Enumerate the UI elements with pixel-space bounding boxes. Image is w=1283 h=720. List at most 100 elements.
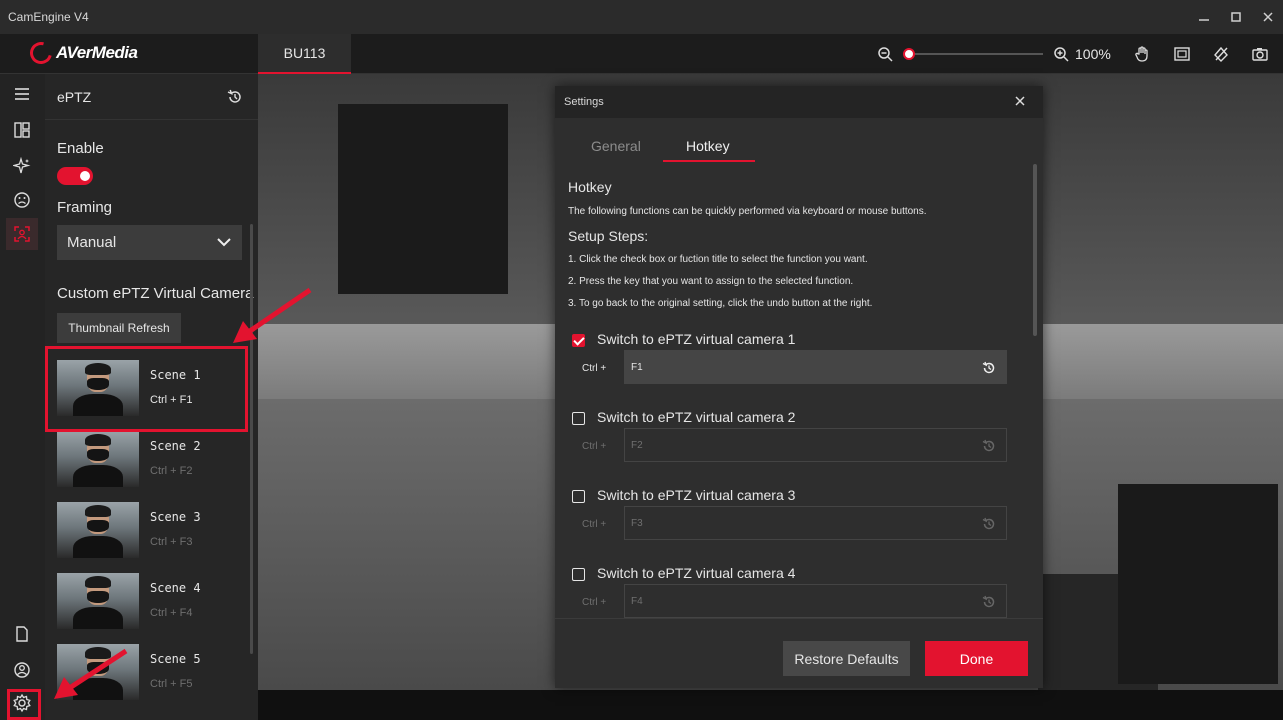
undo-icon[interactable] xyxy=(981,438,997,454)
hotkey-label[interactable]: Switch to ePTZ virtual camera 4 xyxy=(597,565,795,581)
done-button[interactable]: Done xyxy=(925,641,1028,676)
scene-1-highlight xyxy=(45,346,248,432)
scene-name: Scene 3 xyxy=(150,510,201,524)
hotkey-key-value: F2 xyxy=(631,440,643,451)
hotkey-key-field[interactable]: F3 xyxy=(624,506,1007,540)
rotate-icon[interactable] xyxy=(1210,43,1232,65)
panel-header: ePTZ xyxy=(45,74,258,120)
hotkey-modifier: Ctrl + xyxy=(582,597,607,608)
dialog-close-icon[interactable] xyxy=(1013,94,1029,110)
title-bar: CamEngine V4 xyxy=(0,0,1283,34)
app-title: CamEngine V4 xyxy=(8,10,89,24)
hotkey-key-value: F1 xyxy=(631,362,643,373)
hotkey-row: Switch to ePTZ virtual camera 3 Ctrl + F… xyxy=(555,487,1025,570)
hotkey-label[interactable]: Switch to ePTZ virtual camera 1 xyxy=(597,331,795,347)
scene-name: Scene 5 xyxy=(150,652,201,666)
dialog-footer: Restore Defaults Done xyxy=(555,618,1043,688)
scene-thumbnail xyxy=(57,431,139,487)
hotkey-row: Switch to ePTZ virtual camera 1 Ctrl + F… xyxy=(555,331,1025,414)
snapshot-camera-icon[interactable] xyxy=(1249,43,1271,65)
close-icon[interactable] xyxy=(1259,8,1277,26)
layout-icon[interactable] xyxy=(6,114,38,146)
scene-hotkey: Ctrl + F3 xyxy=(150,536,193,548)
undo-icon[interactable] xyxy=(981,360,997,376)
undo-icon[interactable] xyxy=(981,594,997,610)
chevron-down-icon xyxy=(216,234,232,250)
hotkey-checkbox[interactable] xyxy=(572,568,585,581)
setup-step: 2. Press the key that you want to assign… xyxy=(568,276,854,287)
hotkey-key-field[interactable]: F2 xyxy=(624,428,1007,462)
reset-history-icon[interactable] xyxy=(226,88,244,106)
brand-name: AVerMedia xyxy=(56,43,138,62)
hand-pan-icon[interactable] xyxy=(1132,43,1154,65)
face-icon[interactable] xyxy=(6,184,38,216)
dialog-scrollbar[interactable] xyxy=(1033,164,1037,336)
zoom-control: 100% xyxy=(875,34,1111,74)
hotkey-row: Switch to ePTZ virtual camera 2 Ctrl + F… xyxy=(555,409,1025,492)
framing-label: Framing xyxy=(57,199,113,216)
menu-icon[interactable] xyxy=(6,78,38,110)
hotkey-checkbox[interactable] xyxy=(572,334,585,347)
preview-bottom-bar xyxy=(258,690,1283,720)
scene-item[interactable]: Scene 4 Ctrl + F4 xyxy=(57,573,242,629)
tab-hotkey[interactable]: Hotkey xyxy=(663,138,755,162)
scene-hotkey: Ctrl + F2 xyxy=(150,465,193,477)
maximize-icon[interactable] xyxy=(1227,8,1245,26)
hotkey-label[interactable]: Switch to ePTZ virtual camera 2 xyxy=(597,409,795,425)
account-icon[interactable] xyxy=(6,654,38,686)
scene-hotkey: Ctrl + F4 xyxy=(150,607,193,619)
setup-steps-heading: Setup Steps: xyxy=(568,228,649,244)
scene-thumbnail xyxy=(57,573,139,629)
hotkey-key-value: F4 xyxy=(631,596,643,607)
zoom-out-icon[interactable] xyxy=(875,44,895,64)
enable-toggle[interactable] xyxy=(57,167,93,185)
settings-highlight xyxy=(7,689,41,720)
hotkey-label[interactable]: Switch to ePTZ virtual camera 3 xyxy=(597,487,795,503)
scene-hotkey: Ctrl + F5 xyxy=(150,678,193,690)
zoom-slider-thumb[interactable] xyxy=(903,48,915,60)
annotation-arrow-icon xyxy=(54,648,128,699)
panel-title: ePTZ xyxy=(57,88,92,105)
scene-name: Scene 4 xyxy=(150,581,201,595)
fit-screen-icon[interactable] xyxy=(1171,43,1193,65)
hotkey-heading: Hotkey xyxy=(568,179,612,195)
hotkey-modifier: Ctrl + xyxy=(582,363,607,374)
zoom-slider[interactable] xyxy=(903,48,1043,60)
enable-label: Enable xyxy=(57,140,104,157)
hotkey-checkbox[interactable] xyxy=(572,412,585,425)
hotkey-checkbox[interactable] xyxy=(572,490,585,503)
dialog-title-bar: Settings xyxy=(555,86,1043,118)
framing-select[interactable]: Manual xyxy=(57,225,242,260)
settings-dialog: Settings General Hotkey Hotkey The follo… xyxy=(555,86,1043,688)
setup-step: 1. Click the check box or fuction title … xyxy=(568,254,868,265)
dialog-title: Settings xyxy=(564,96,604,108)
undo-icon[interactable] xyxy=(981,516,997,532)
hotkey-key-field[interactable]: F1 xyxy=(624,350,1007,384)
effects-sparkle-icon[interactable] xyxy=(6,150,38,182)
device-tab[interactable]: BU113 xyxy=(258,34,351,74)
top-toolbar: AVerMedia BU113 100% xyxy=(0,34,1283,74)
restore-defaults-button[interactable]: Restore Defaults xyxy=(783,641,910,676)
document-icon[interactable] xyxy=(6,618,38,650)
custom-camera-label: Custom ePTZ Virtual Camera xyxy=(57,285,254,302)
scene-item[interactable]: Scene 2 Ctrl + F2 xyxy=(57,431,242,487)
hotkey-key-field[interactable]: F4 xyxy=(624,584,1007,618)
hotkey-modifier: Ctrl + xyxy=(582,519,607,530)
thumbnail-refresh-button[interactable]: Thumbnail Refresh xyxy=(57,313,181,343)
zoom-in-icon[interactable] xyxy=(1051,44,1071,64)
window-controls xyxy=(1195,0,1277,34)
hotkey-description: The following functions can be quickly p… xyxy=(568,206,927,217)
annotation-arrow-icon xyxy=(233,287,312,343)
framing-value: Manual xyxy=(67,234,117,251)
hotkey-modifier: Ctrl + xyxy=(582,441,607,452)
setup-step: 3. To go back to the original setting, c… xyxy=(568,298,873,309)
tab-general[interactable]: General xyxy=(591,138,641,154)
scene-thumbnail xyxy=(57,502,139,558)
scene-item[interactable]: Scene 3 Ctrl + F3 xyxy=(57,502,242,558)
hotkey-key-value: F3 xyxy=(631,518,643,529)
left-nav xyxy=(0,74,45,720)
minimize-icon[interactable] xyxy=(1195,8,1213,26)
eptz-icon[interactable] xyxy=(6,218,38,250)
brand-logo: AVerMedia xyxy=(25,37,138,69)
zoom-value: 100% xyxy=(1075,46,1111,62)
